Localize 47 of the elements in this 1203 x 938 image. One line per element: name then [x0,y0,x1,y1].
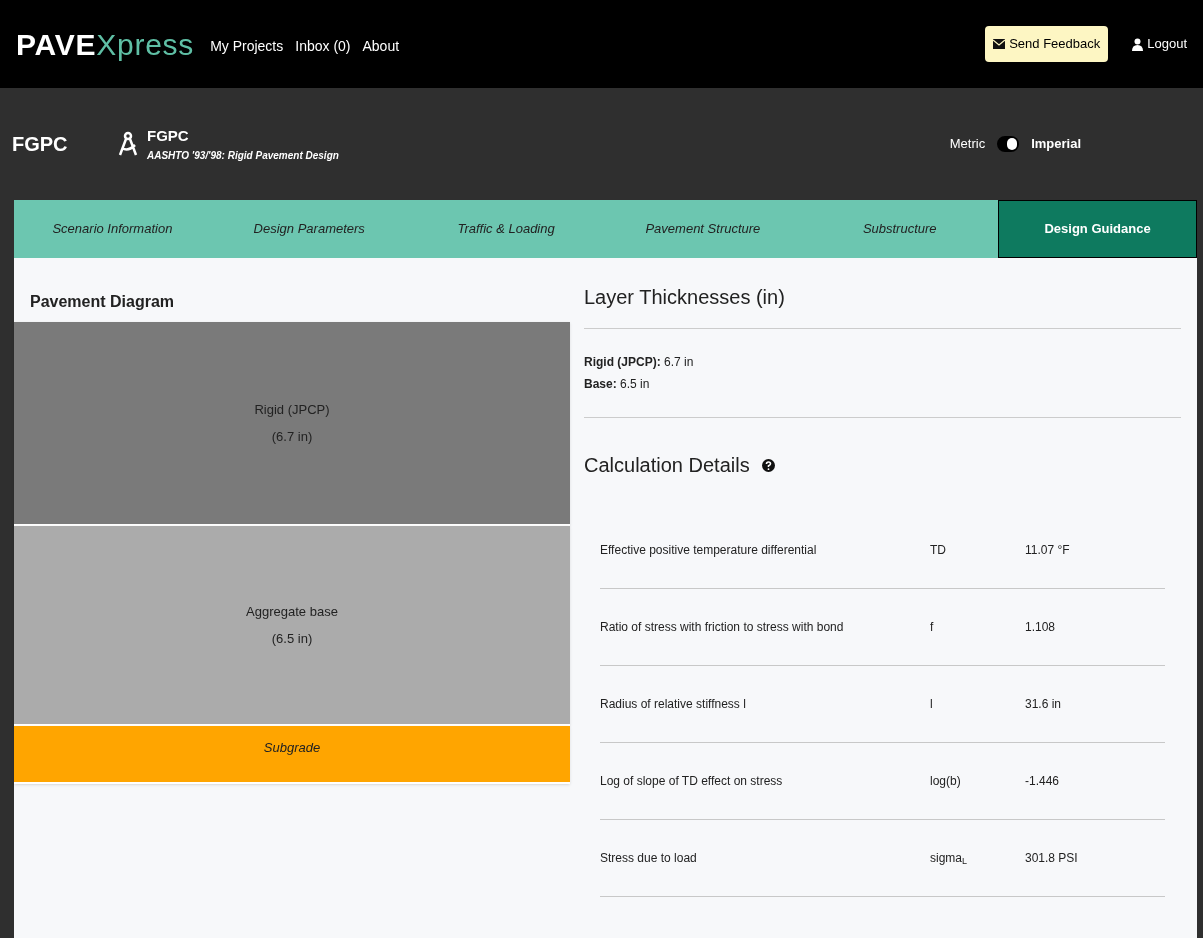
user-icon [1132,37,1144,51]
calculation-symbol: TD [930,542,947,559]
imperial-label: Imperial [1031,135,1081,154]
help-icon[interactable] [761,458,775,472]
send-feedback-button[interactable]: Send Feedback [985,26,1109,62]
calculation-value: 1.108 [1025,619,1056,636]
logout-button[interactable]: Logout [1132,34,1187,54]
calculation-description: Radius of relative stiffness l [600,696,747,713]
calculation-value: -1.446 [1025,773,1060,790]
layer-thickness: (6.7 in) [271,428,313,446]
unit-toggle[interactable] [997,136,1020,152]
calculation-value: 11.07 °F [1025,542,1070,559]
tab[interactable]: Pavement Structure [604,200,802,258]
calculation-value: 31.6 in [1025,696,1062,713]
nav-link[interactable]: About [362,35,400,57]
thickness-line: Rigid (JPCP): 6.7 in [584,354,695,371]
metric-label: Metric [949,135,986,154]
calculation-description: Effective positive temperature differential [600,542,818,559]
layer-thickness: (6.5 in) [271,630,313,648]
section-title: Calculation Details [584,453,750,478]
calculation-symbol: l [930,696,934,713]
nav-link[interactable]: Inbox (0) [295,35,351,57]
nav-link[interactable]: My Projects [210,35,284,57]
tab[interactable]: Design Guidance [998,200,1197,258]
envelope-icon [993,39,1006,49]
calculation-symbol: log(b) [930,773,962,790]
calculation-symbol: f [930,619,935,636]
tab[interactable]: Substructure [801,200,999,258]
calculation-description: Ratio of stress with friction to stress with bond [600,619,845,636]
calculation-description: Stress due to load [600,850,698,867]
project-short-name: FGPC [12,132,69,157]
layer-name: Rigid (JPCP) [254,400,330,419]
tab[interactable]: Traffic & Loading [407,200,605,258]
logo[interactable]: PAVEXpress [16,21,195,67]
calculation-description: Log of slope of TD effect on stress [600,773,784,790]
thickness-line: Base: 6.5 in [584,376,651,393]
layer-name: Subgrade [263,739,321,757]
calculation-value: 301.8 PSI [1025,850,1078,867]
layer-name: Aggregate base [246,602,338,621]
design-type: AASHTO '93/'98: Rigid Pavement Design [147,148,339,163]
panel-title: Pavement Diagram [30,292,176,312]
tab[interactable]: Design Parameters [210,200,408,258]
compass-icon [117,131,139,157]
project-name: FGPC [147,126,190,147]
calculation-symbol: sigma$_{L}$ [930,850,969,867]
tab[interactable]: Scenario Information [14,200,211,258]
section-title: Layer Thicknesses (in) [584,282,1181,329]
